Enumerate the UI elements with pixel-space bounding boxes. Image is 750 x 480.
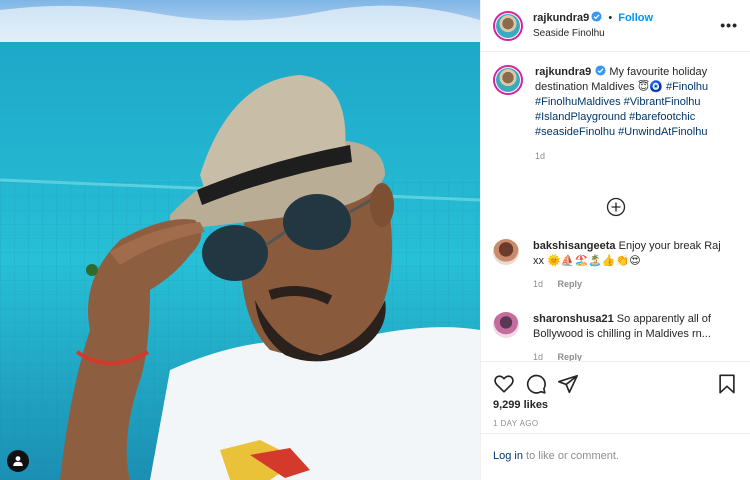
heart-icon[interactable] (493, 373, 515, 395)
caption-username[interactable]: rajkundra9 (535, 66, 591, 78)
post-image (0, 0, 480, 480)
user-tag-icon (13, 456, 23, 466)
author-avatar[interactable] (493, 10, 523, 41)
actions-bar: 9,299 likes 1 DAY AGO Log in to like or … (481, 361, 750, 480)
user-tag-button[interactable] (7, 450, 29, 472)
share-icon[interactable] (557, 373, 579, 395)
comment-item: sharonshusa21 So apparently all of Bolly… (493, 312, 738, 361)
comment-icon[interactable] (525, 373, 547, 395)
reply-button[interactable]: Reply (558, 352, 583, 361)
more-options-button[interactable]: ••• (720, 18, 738, 32)
author-info: rajkundra9 • Follow Seaside Finolhu (533, 10, 653, 41)
comments-section[interactable]: rajkundra9 My favourite holiday destinat… (481, 53, 750, 361)
commenter-avatar[interactable] (493, 312, 519, 338)
login-prompt: Log in to like or comment. (481, 433, 750, 480)
login-link[interactable]: Log in (493, 450, 523, 462)
commenter-avatar[interactable] (493, 239, 519, 265)
add-circle-icon[interactable] (606, 197, 626, 217)
comment-time: 1d (533, 352, 544, 361)
verified-icon (595, 65, 606, 76)
follow-button[interactable]: Follow (618, 12, 653, 24)
bookmark-icon[interactable] (716, 373, 738, 395)
post-header: rajkundra9 • Follow Seaside Finolhu ••• (481, 0, 750, 52)
caption: rajkundra9 My favourite holiday destinat… (493, 65, 738, 164)
likes-count[interactable]: 9,299 likes (481, 399, 750, 411)
login-text: to like or comment. (526, 450, 619, 462)
reply-button[interactable]: Reply (558, 279, 583, 289)
comment-item: bakshisangeeta Enjoy your break Raj xx 🌞… (493, 239, 738, 292)
caption-time: 1d (535, 151, 546, 161)
post-side-panel: rajkundra9 • Follow Seaside Finolhu ••• … (480, 0, 750, 480)
verified-icon (591, 10, 602, 22)
post-photo[interactable] (0, 0, 480, 480)
caption-avatar[interactable] (493, 65, 523, 95)
commenter-username[interactable]: bakshisangeeta (533, 240, 616, 252)
post-date: 1 DAY AGO (493, 419, 539, 428)
commenter-username[interactable]: sharonshusa21 (533, 313, 614, 325)
separator-dot: • (608, 11, 613, 24)
author-username[interactable]: rajkundra9 (533, 12, 589, 24)
location-link[interactable]: Seaside Finolhu (533, 27, 653, 41)
comment-time: 1d (533, 279, 544, 289)
